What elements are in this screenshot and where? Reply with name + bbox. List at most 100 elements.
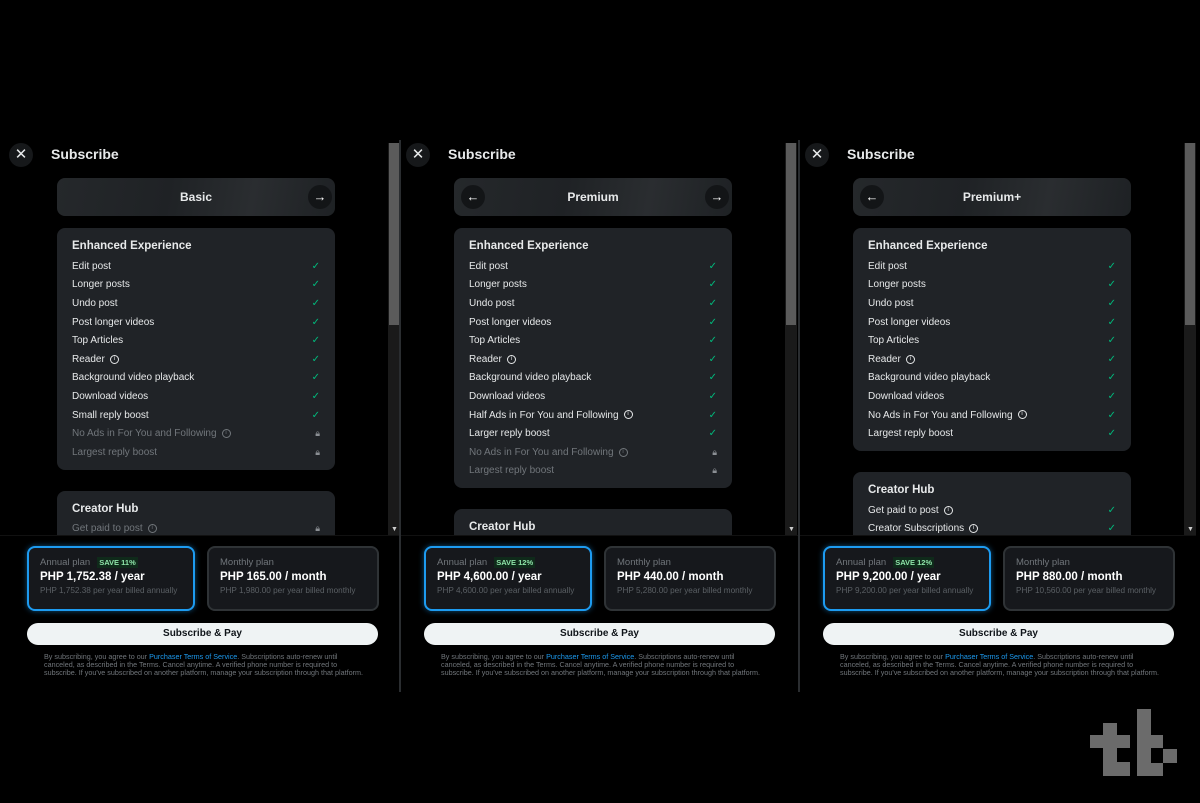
- feature-row: Post longer videos ✓: [469, 313, 717, 332]
- feature-row: Largest reply boost 🔒︎: [469, 462, 717, 481]
- info-icon[interactable]: i: [1017, 410, 1027, 420]
- scrollbar[interactable]: ▼: [1184, 143, 1196, 535]
- plan-billing: PHP 4,600.00 per year billed annually: [437, 586, 575, 595]
- check-icon: ✓: [708, 316, 717, 328]
- plan-billing: PHP 1,752.38 per year billed annually: [40, 586, 178, 595]
- panel-divider: [798, 140, 800, 692]
- feature-label-wrap: Reader i: [469, 354, 516, 365]
- monthly-plan-option[interactable]: Monthly plan PHP 165.00 / month PHP 1,980.…: [207, 546, 379, 611]
- feature-section: Enhanced Experience Edit post ✓ Longer post…: [57, 228, 335, 470]
- lock-icon: 🔒︎: [315, 428, 320, 439]
- feature-label-wrap: Longer posts: [868, 279, 926, 290]
- scrollbar-thumb[interactable]: [786, 143, 796, 325]
- feature-label-wrap: No Ads in For You and Following i: [72, 428, 231, 439]
- lock-icon: 🔒︎: [315, 446, 320, 457]
- feature-row: Undo post ✓: [72, 294, 320, 313]
- check-icon: ✓: [1107, 390, 1116, 402]
- info-icon[interactable]: i: [905, 354, 915, 364]
- scroll-down-arrow[interactable]: ▼: [1187, 526, 1194, 533]
- info-icon[interactable]: i: [623, 410, 633, 420]
- close-button[interactable]: ✕: [406, 143, 430, 167]
- next-tier-button[interactable]: →: [705, 185, 729, 209]
- tier-banner: Basic →: [57, 178, 335, 216]
- info-icon[interactable]: i: [618, 447, 628, 457]
- info-icon[interactable]: i: [221, 429, 231, 438]
- feature-label: Background video playback: [72, 372, 195, 384]
- feature-label-wrap: Larger reply boost: [469, 428, 550, 439]
- check-icon: ✓: [708, 260, 717, 272]
- info-icon[interactable]: i: [943, 505, 953, 515]
- plan-label: Annual plan: [40, 557, 91, 568]
- feature-label-wrap: Post longer videos: [469, 317, 551, 328]
- check-icon: ✓: [708, 372, 717, 384]
- annual-plan-option[interactable]: Annual plan SAVE 12% PHP 9,200.00 / year PH…: [823, 546, 991, 611]
- check-icon: ✓: [1107, 353, 1116, 365]
- plan-billing: PHP 1,980.00 per year billed monthly: [220, 586, 356, 595]
- check-icon: ✓: [1107, 428, 1116, 440]
- feature-label-wrap: Reader i: [72, 354, 119, 365]
- feature-section: Enhanced Experience Edit post ✓ Longer post…: [853, 228, 1131, 451]
- legal-text: By subscribing, you agree to our Purchas…: [840, 652, 1160, 678]
- feature-row: Reader i ✓: [469, 350, 717, 369]
- scroll-area: ✕ Subscribe Premium+ ← Enhanced Experience Ed…: [796, 140, 1184, 535]
- feature-label: Download videos: [72, 390, 149, 402]
- info-icon[interactable]: i: [506, 354, 516, 364]
- plan-label: Monthly plan: [220, 557, 274, 568]
- annual-plan-option[interactable]: Annual plan SAVE 12% PHP 4,600.00 / year PH…: [424, 546, 592, 611]
- feature-label: Get paid to post: [72, 523, 143, 535]
- plan-label: Annual plan: [836, 557, 887, 568]
- scroll-down-arrow[interactable]: ▼: [788, 526, 795, 533]
- feature-row: No Ads in For You and Following i ✓: [868, 406, 1116, 425]
- check-icon: ✓: [311, 279, 320, 291]
- annual-plan-option[interactable]: Annual plan SAVE 11% PHP 1,752.38 / year PH…: [27, 546, 195, 611]
- feature-row: Background video playback ✓: [868, 369, 1116, 388]
- feature-label: Reader: [72, 353, 105, 365]
- subscribe-pay-button[interactable]: Subscribe & Pay: [424, 623, 775, 645]
- feature-label: Get paid to post: [868, 504, 939, 516]
- lock-icon: 🔒︎: [315, 523, 320, 534]
- info-icon[interactable]: i: [969, 524, 979, 534]
- plan-selection: Annual plan SAVE 12% PHP 9,200.00 / year PH…: [796, 535, 1196, 692]
- feature-label: Longer posts: [469, 279, 527, 291]
- feature-row: Undo post ✓: [469, 294, 717, 313]
- feature-row: Largest reply boost ✓: [868, 424, 1116, 443]
- feature-label-wrap: Get paid to post i: [72, 523, 157, 534]
- feature-label: Edit post: [469, 260, 508, 272]
- feature-row: Reader i ✓: [868, 350, 1116, 369]
- tier-name: Basic: [179, 190, 213, 204]
- prev-tier-button[interactable]: ←: [461, 185, 485, 209]
- feature-section: Enhanced Experience Edit post ✓ Longer post…: [454, 228, 732, 489]
- prev-tier-button[interactable]: ←: [860, 185, 884, 209]
- close-button[interactable]: ✕: [9, 143, 33, 167]
- feature-row: Undo post ✓: [868, 294, 1116, 313]
- monthly-plan-option[interactable]: Monthly plan PHP 880.00 / month PHP 10,560…: [1003, 546, 1175, 611]
- feature-row: Small reply boost ✓: [72, 406, 320, 425]
- feature-label: Undo post: [72, 297, 118, 309]
- subscribe-pay-button[interactable]: Subscribe & Pay: [27, 623, 378, 645]
- next-tier-button[interactable]: →: [308, 185, 332, 209]
- header-title: Subscribe: [847, 146, 915, 162]
- save-badge: SAVE 12%: [494, 557, 536, 568]
- feature-label-wrap: Top Articles: [72, 335, 123, 346]
- check-icon: ✓: [1107, 504, 1116, 516]
- subscribe-panel-premium-plus: ✕ Subscribe Premium+ ← Enhanced Experience Ed…: [796, 140, 1196, 692]
- monthly-plan-option[interactable]: Monthly plan PHP 440.00 / month PHP 5,280.…: [604, 546, 776, 611]
- feature-section: Creator Hub Get paid to post i 🔒︎: [57, 490, 335, 535]
- tier-banner: Premium+ ←: [853, 178, 1131, 216]
- header-title: Subscribe: [51, 146, 119, 162]
- feature-row: Edit post ✓: [868, 257, 1116, 276]
- feature-label-wrap: Download videos: [868, 391, 944, 402]
- subscribe-pay-button[interactable]: Subscribe & Pay: [823, 623, 1174, 645]
- feature-row: Longer posts ✓: [469, 276, 717, 295]
- feature-row: Top Articles ✓: [868, 331, 1116, 350]
- feature-row: Edit post ✓: [72, 257, 320, 276]
- info-icon[interactable]: i: [109, 354, 119, 364]
- info-icon[interactable]: i: [147, 524, 157, 534]
- lock-icon: 🔒︎: [712, 465, 717, 476]
- feature-row: Get paid to post i ✓: [868, 501, 1116, 520]
- feature-row: Reader i ✓: [72, 350, 320, 369]
- scrollbar-thumb[interactable]: [1185, 143, 1195, 325]
- feature-label-wrap: Get paid to post i: [868, 505, 953, 516]
- close-button[interactable]: ✕: [805, 143, 829, 167]
- feature-row: Download videos ✓: [868, 387, 1116, 406]
